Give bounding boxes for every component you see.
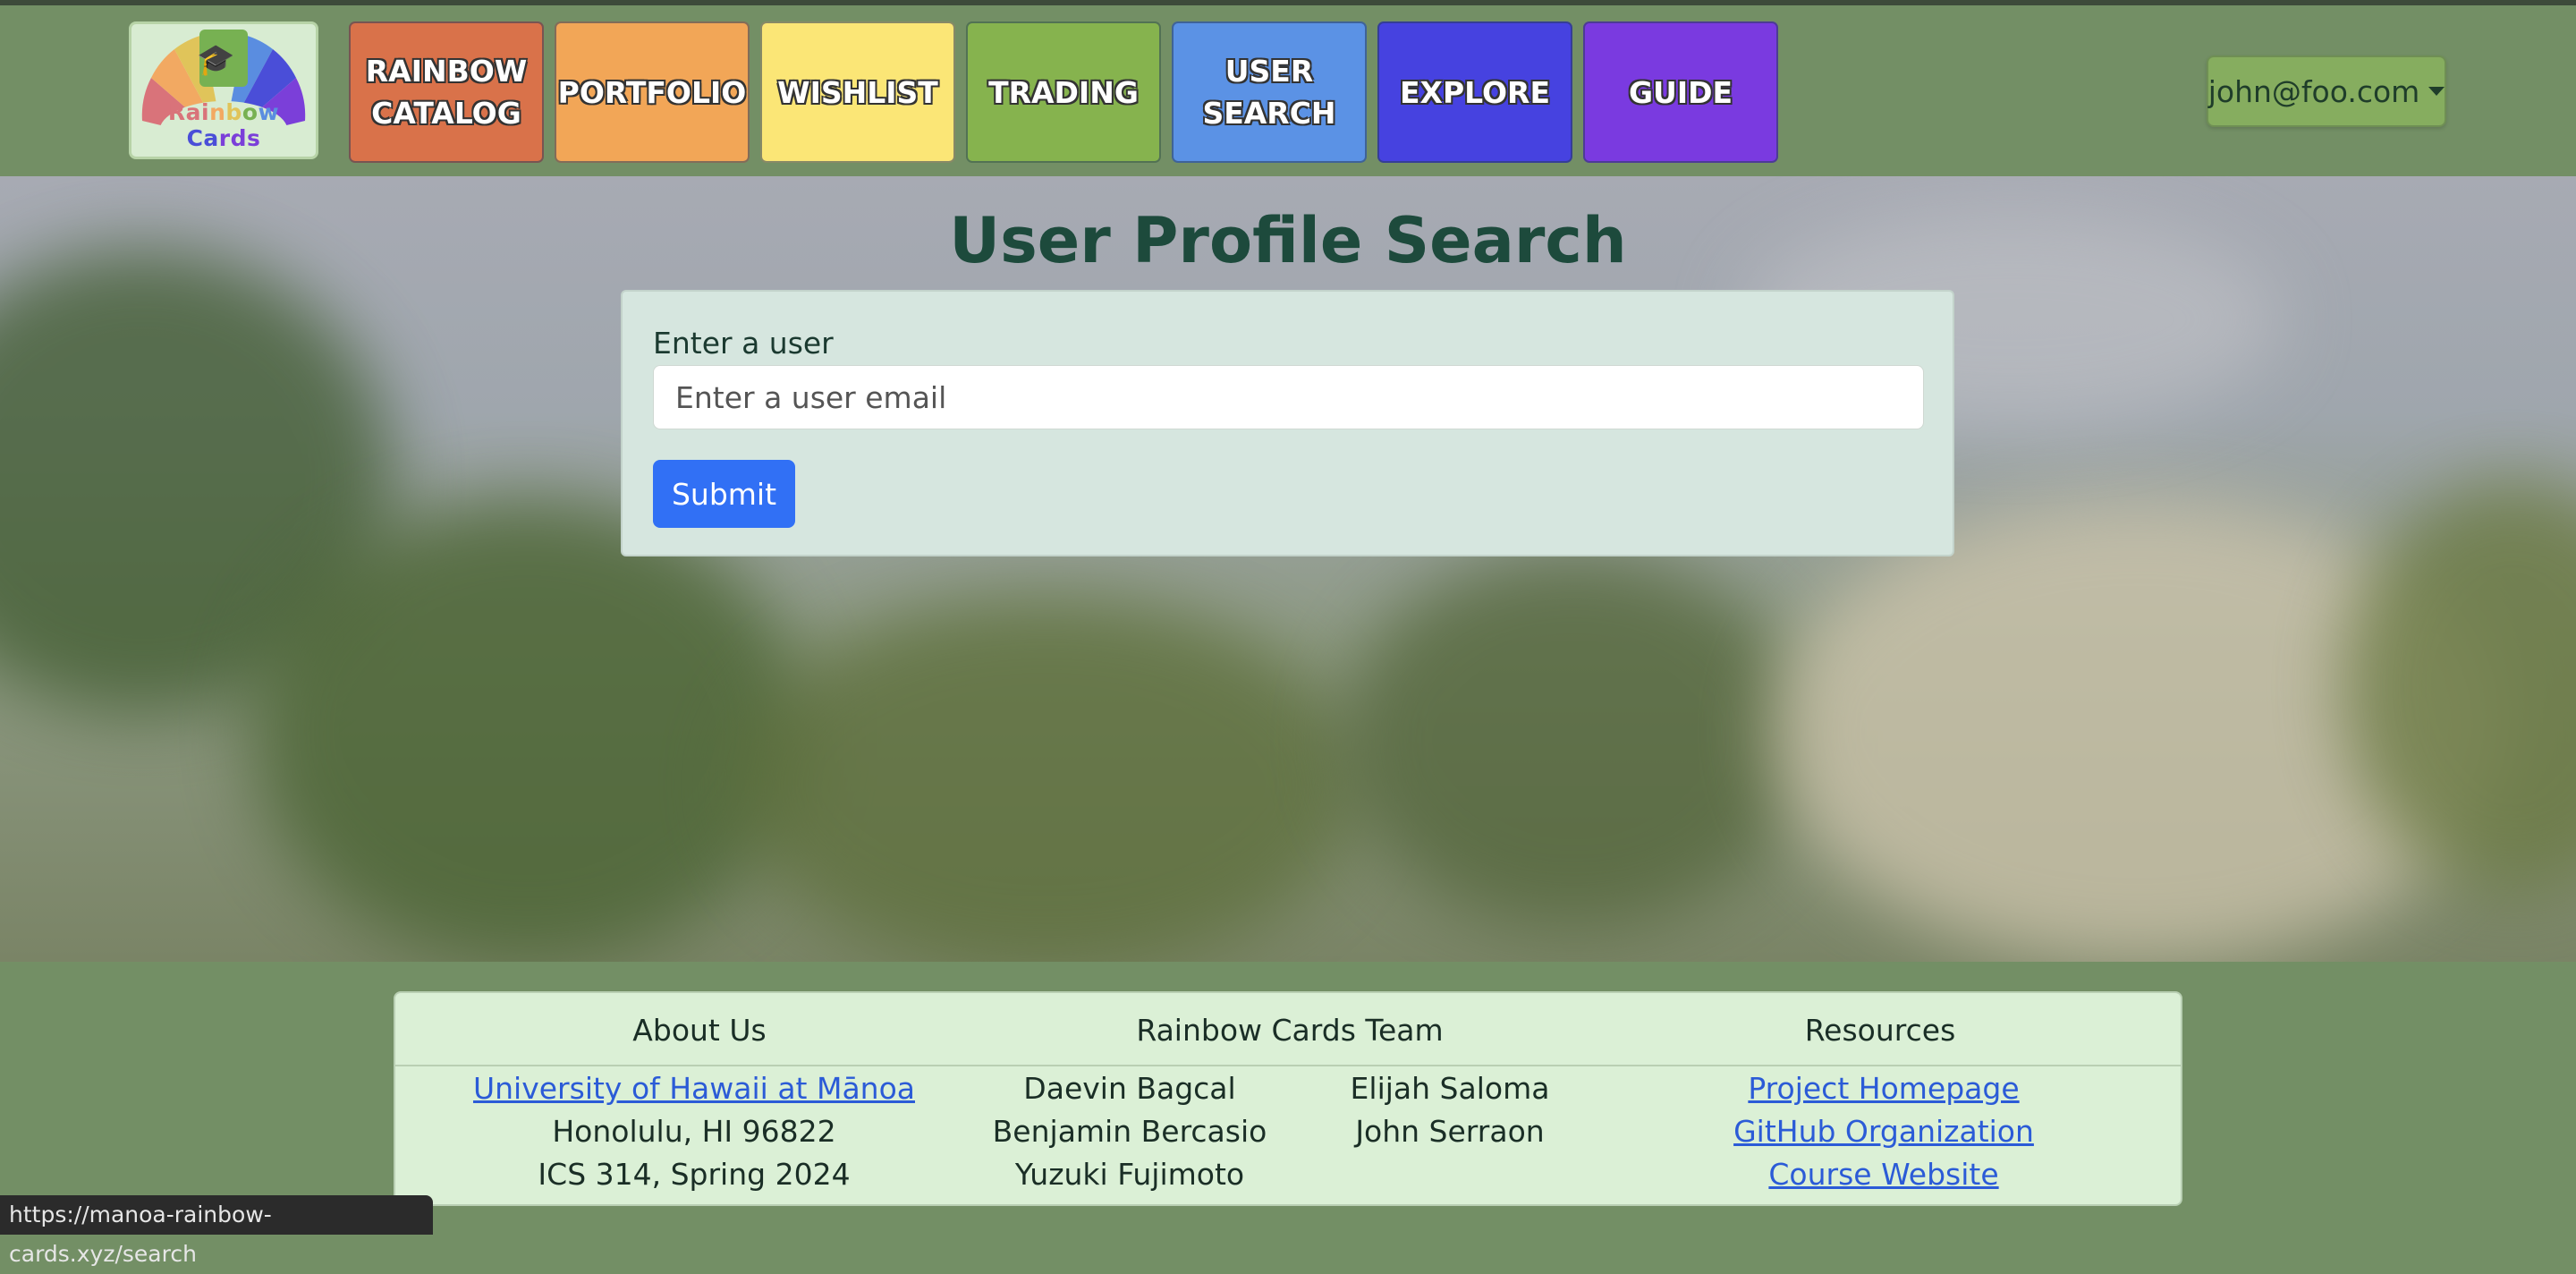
logo-wordmark: Rainbow Cards (131, 99, 316, 151)
github-organization-link[interactable]: GitHub Organization (1733, 1114, 2034, 1149)
link-status-bar: https://manoa-rainbow-cards.xyz/search (0, 1195, 433, 1267)
team-member: Yuzuki Fujimoto (1014, 1157, 1245, 1192)
team-member: Daevin Bagcal (1023, 1071, 1236, 1106)
chevron-down-icon (2428, 87, 2445, 96)
logo-letter: w (258, 99, 280, 125)
navbar: 🎓 Rainbow Cards RAINBOW CATALOG PORTFOLIO… (0, 5, 2576, 176)
logo-letter: b (225, 99, 242, 125)
footer: About Us University of Hawaii at Mānoa H… (394, 991, 2182, 1206)
user-search-form: Enter a user Submit (621, 290, 1954, 556)
user-email-label: john@foo.com (2207, 73, 2420, 109)
logo-letter: Rai (167, 99, 210, 125)
nav-tile-user-search[interactable]: USER SEARCH (1172, 21, 1367, 163)
bg-tree-blur (1342, 552, 1807, 928)
user-email-input[interactable] (653, 365, 1924, 429)
user-field-label: Enter a user (653, 326, 834, 361)
university-link[interactable]: University of Hawaii at Mānoa (473, 1071, 915, 1106)
footer-team-heading: Rainbow Cards Team (1136, 1013, 1444, 1048)
logo-letter: o (242, 99, 258, 125)
footer-resources-heading: Resources (1804, 1013, 1956, 1048)
nav-tile-portfolio[interactable]: PORTFOLIO (555, 21, 750, 163)
footer-divider (395, 1065, 2181, 1066)
graduation-cap-icon: 🎓 (197, 42, 235, 78)
footer-about-heading: About Us (632, 1013, 767, 1048)
logo-letter: n (209, 99, 226, 125)
nav-tile-rainbow-catalog[interactable]: RAINBOW CATALOG (349, 21, 544, 163)
course-line: ICS 314, Spring 2024 (538, 1157, 851, 1192)
bg-tree-blur (733, 597, 1360, 962)
logo-letter: rds (218, 125, 261, 151)
project-homepage-link[interactable]: Project Homepage (1748, 1071, 2019, 1106)
page-title: User Profile Search (949, 204, 1627, 277)
bg-tree-blur (250, 498, 805, 962)
address-line: Honolulu, HI 96822 (552, 1114, 836, 1149)
nav-tile-wishlist[interactable]: WISHLIST (760, 21, 955, 163)
user-account-dropdown[interactable]: john@foo.com (2207, 55, 2446, 127)
nav-tile-guide[interactable]: GUIDE (1583, 21, 1778, 163)
nav-tile-trading[interactable]: TRADING (966, 21, 1161, 163)
team-member: John Serraon (1355, 1114, 1545, 1149)
team-member: Elijah Saloma (1350, 1071, 1550, 1106)
submit-button[interactable]: Submit (653, 460, 795, 528)
logo-letter: Ca (186, 125, 219, 151)
rainbow-cards-logo[interactable]: 🎓 Rainbow Cards (129, 21, 318, 159)
team-member: Benjamin Bercasio (992, 1114, 1267, 1149)
nav-tile-explore[interactable]: EXPLORE (1377, 21, 1572, 163)
course-website-link[interactable]: Course Website (1768, 1157, 1998, 1192)
